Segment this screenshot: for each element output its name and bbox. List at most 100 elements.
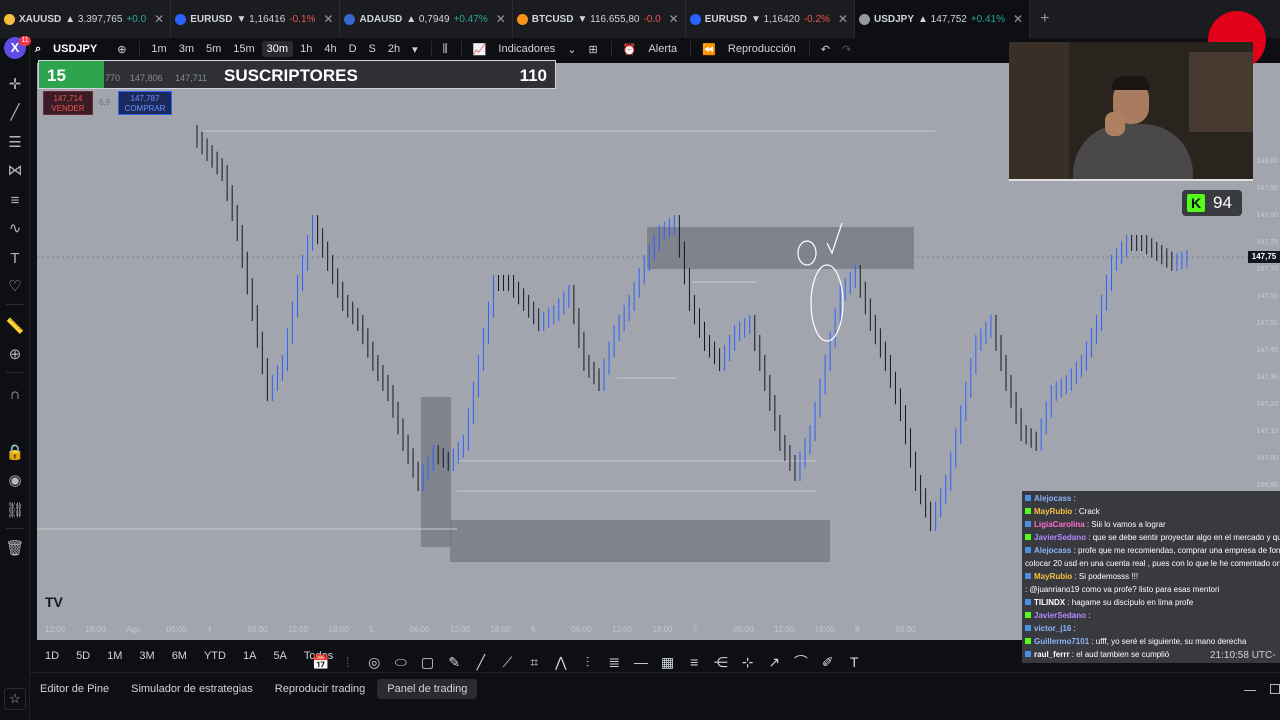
calendar-icon[interactable]: 📅	[310, 654, 332, 671]
minimize-panel-icon[interactable]	[1244, 690, 1256, 691]
spread-value: 6,9	[99, 98, 111, 107]
trash-icon[interactable]: 🗑	[4, 538, 26, 560]
horizontal-lines-icon[interactable]: ☰	[4, 132, 26, 154]
replay-button[interactable]: Reproducción	[723, 41, 801, 57]
interval-1h[interactable]: 1h	[295, 41, 317, 57]
close-tab-icon[interactable]: ✕	[323, 12, 333, 26]
pattern-icon[interactable]: ⋈	[4, 160, 26, 182]
range-6m[interactable]: 6M	[172, 650, 187, 662]
magnet-icon[interactable]: ∩	[4, 384, 26, 406]
heart-icon[interactable]: ♡	[4, 276, 26, 298]
tab-eurusd[interactable]: EURUSD ▼ 1,16416 -0.1% ✕	[171, 0, 341, 38]
bottom-tab[interactable]: Editor de Pine	[30, 679, 119, 699]
chat-text: : Si podemosss !!!	[1072, 572, 1139, 581]
zoom-icon[interactable]: ⊕	[4, 344, 26, 366]
interval-D[interactable]: D	[344, 41, 362, 57]
text-tool-icon[interactable]: T	[843, 654, 865, 670]
range-1d[interactable]: 1D	[45, 650, 59, 662]
interval-5m[interactable]: 5m	[201, 41, 226, 57]
brush-icon[interactable]: ∿	[4, 218, 26, 240]
close-tab-icon[interactable]: ✕	[154, 12, 164, 26]
close-tab-icon[interactable]: ✕	[669, 12, 679, 26]
fib-icon[interactable]: ≡	[4, 190, 26, 212]
alert-button[interactable]: Alerta	[643, 41, 682, 57]
tab-eurusd[interactable]: EURUSD ▼ 1,16420 -0.2% ✕	[686, 0, 855, 38]
interval-4h[interactable]: 4h	[319, 41, 341, 57]
close-tab-icon[interactable]: ✕	[496, 12, 506, 26]
path-tool-icon[interactable]: ⌗	[523, 654, 545, 671]
line-tool-icon[interactable]: ╱	[470, 654, 492, 671]
symbol-name[interactable]: USDJPY	[48, 41, 102, 57]
supply-demand-zone[interactable]	[450, 520, 830, 562]
range-3m[interactable]: 3M	[139, 650, 154, 662]
ellipse-icon[interactable]: ⬭	[390, 654, 412, 671]
link-icon[interactable]: ⛓	[4, 500, 26, 522]
range-1a[interactable]: 1A	[243, 650, 256, 662]
layouts-icon[interactable]: ⊞	[584, 41, 603, 58]
indicators-dropdown-icon[interactable]: ⌄	[562, 41, 581, 58]
interval-3m[interactable]: 3m	[174, 41, 199, 57]
symbol-search-icon[interactable]: ⌕	[30, 41, 46, 58]
bottom-tab[interactable]: Reproducir trading	[265, 679, 376, 699]
new-tab-icon[interactable]: +	[1040, 10, 1049, 28]
close-tab-icon[interactable]: ✕	[838, 12, 848, 26]
tab-usdjpy[interactable]: USDJPY ▲ 147,752 +0.41% ✕	[854, 0, 1031, 38]
range-1m[interactable]: 1M	[107, 650, 122, 662]
replay-icon[interactable]: ⏪	[697, 41, 721, 58]
eye-icon[interactable]: ◉	[4, 470, 26, 492]
polyline-icon[interactable]: ⋀	[550, 654, 572, 671]
interval-30m[interactable]: 30m	[261, 41, 294, 57]
indicators-icon[interactable]: 📈	[468, 41, 492, 58]
tab-adausd[interactable]: ADAUSD ▲ 0,7949 +0.47% ✕	[340, 0, 513, 38]
favorite-star-icon[interactable]: ☆	[4, 688, 26, 710]
curve-icon[interactable]: ⌒	[790, 652, 812, 672]
annotation-ellipse[interactable]	[810, 264, 844, 342]
close-tab-icon[interactable]: ✕	[1013, 12, 1023, 26]
pitchfork-icon[interactable]: ⋲	[710, 654, 732, 671]
interval-1m[interactable]: 1m	[146, 41, 171, 57]
sell-button[interactable]: 147,714 VENDER	[43, 91, 93, 115]
buy-button[interactable]: 147,787 COMPRAR	[118, 91, 172, 115]
supply-demand-zone[interactable]	[647, 227, 914, 269]
kick-viewers-badge: K 94	[1182, 190, 1242, 216]
arrow-icon[interactable]: ↗	[763, 654, 785, 671]
redo-icon[interactable]: ↷	[837, 41, 856, 58]
utc-clock[interactable]: 21:10:58 UTC-	[1210, 650, 1276, 661]
supply-demand-zone[interactable]	[421, 397, 451, 547]
trendline-icon[interactable]: ╱	[4, 102, 26, 124]
tab-xauusd[interactable]: XAUUSD ▲ 3.397,765 +0.0 ✕	[0, 0, 172, 38]
crossline-icon[interactable]: ⊹	[737, 654, 759, 671]
range-5d[interactable]: 5D	[76, 650, 90, 662]
time-label: 4	[207, 625, 212, 634]
bottom-tab[interactable]: Panel de trading	[377, 679, 478, 699]
levels-icon[interactable]: ≡	[683, 654, 705, 670]
channel-icon[interactable]: ⫶	[577, 654, 599, 671]
indicators-button[interactable]: Indicadores	[493, 41, 560, 57]
compare-icon[interactable]: ⊕	[112, 41, 131, 58]
ray-tool-icon[interactable]: ⟋	[497, 654, 519, 671]
drag-handle-icon[interactable]: ⁞	[337, 654, 359, 670]
tab-btcusd[interactable]: BTCUSD ▼ 116.655,80 -0.0 ✕	[513, 0, 686, 38]
text-icon[interactable]: T	[4, 248, 26, 270]
alert-icon[interactable]: ⏰	[618, 41, 642, 58]
interval-S[interactable]: S	[364, 41, 381, 57]
interval-dropdown-icon[interactable]: ▾	[407, 41, 423, 58]
maximize-panel-icon[interactable]	[1270, 684, 1280, 694]
interval-15m[interactable]: 15m	[228, 41, 259, 57]
grid-icon[interactable]: ▦	[657, 654, 679, 671]
chart-type-icon[interactable]: ⫼	[438, 41, 453, 58]
range-ytd[interactable]: YTD	[204, 650, 226, 662]
highlighter-icon[interactable]: ✐	[817, 654, 839, 671]
rectangle-icon[interactable]: ▢	[417, 654, 439, 671]
crosshair-icon[interactable]: ✛	[4, 74, 26, 96]
brush-tool-icon[interactable]: ✎	[443, 654, 465, 671]
circle-icon[interactable]: ◎	[363, 654, 385, 671]
bottom-tab[interactable]: Simulador de estrategias	[121, 679, 263, 699]
horizontal-line-icon[interactable]: —	[630, 654, 652, 670]
lock-icon[interactable]: 🔒	[4, 442, 26, 464]
fib-retracement-icon[interactable]: ≣	[603, 654, 625, 671]
interval-2h[interactable]: 2h	[383, 41, 405, 57]
ruler-icon[interactable]: 📏	[4, 316, 26, 338]
range-5a[interactable]: 5A	[273, 650, 286, 662]
undo-icon[interactable]: ↶	[816, 41, 835, 58]
